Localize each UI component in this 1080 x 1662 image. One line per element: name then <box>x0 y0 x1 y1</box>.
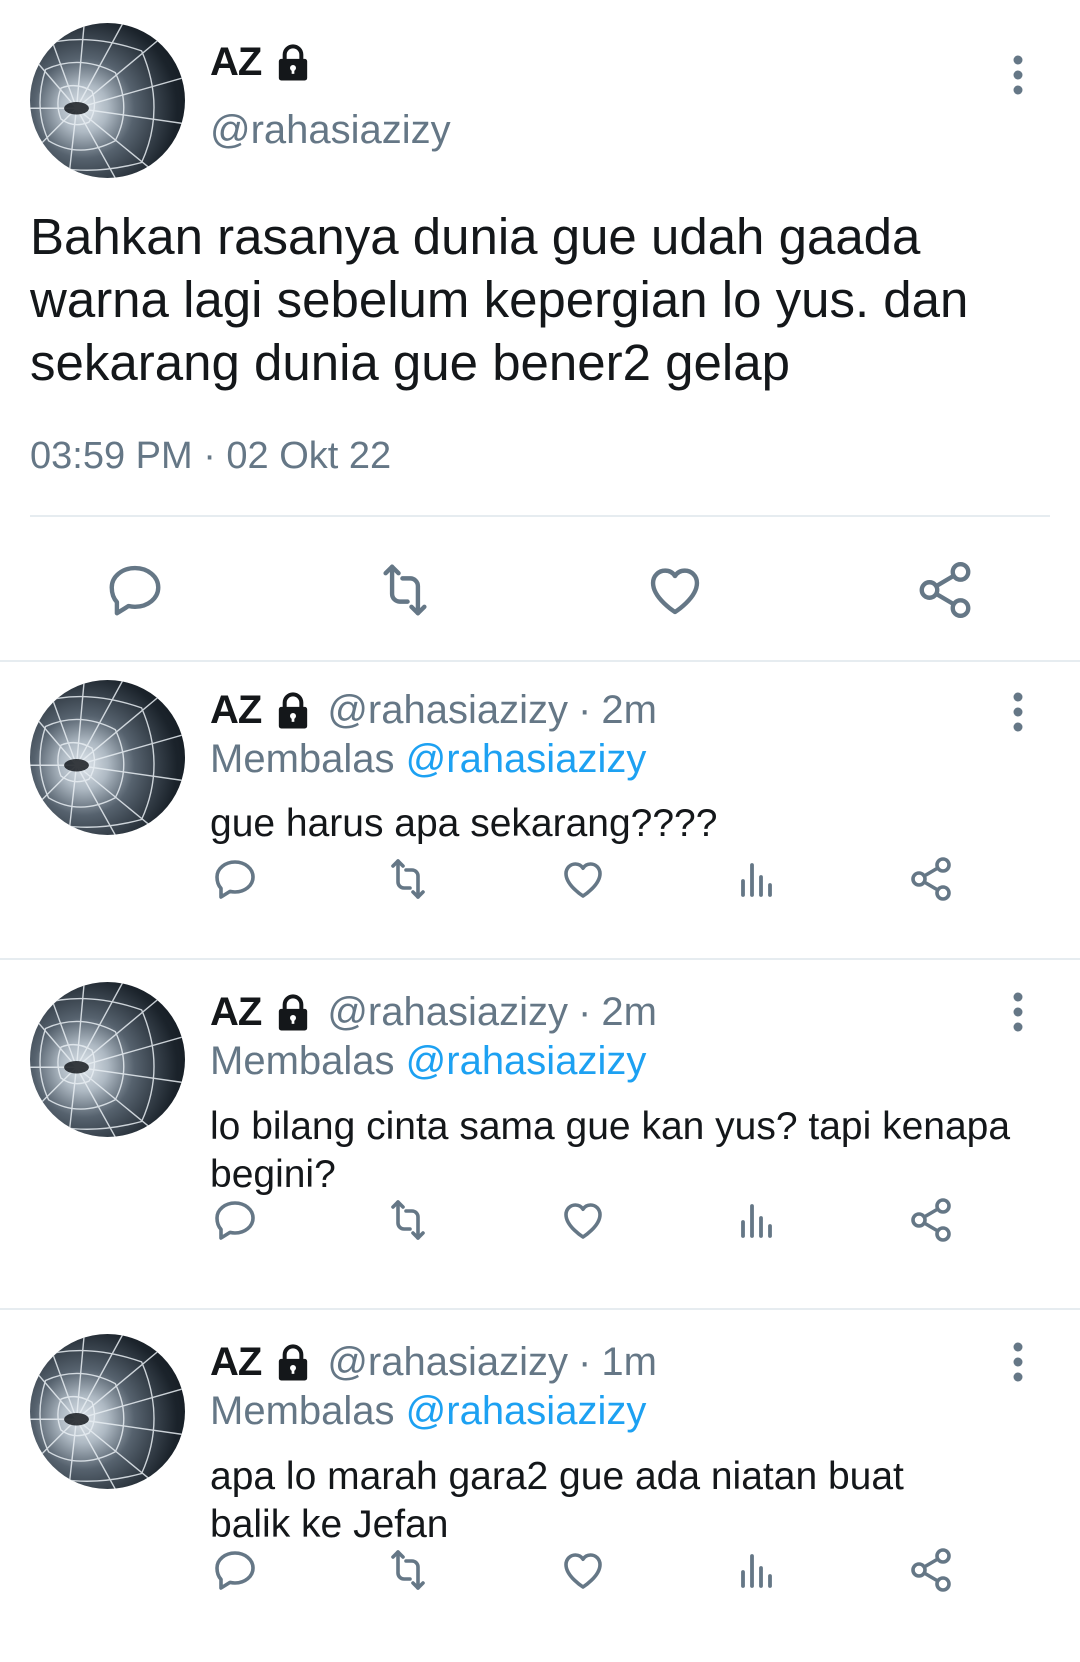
separator-dot: · <box>578 688 592 732</box>
analytics-icon <box>741 1554 772 1588</box>
replying-to: Membalas @rahasiazizy <box>210 737 646 782</box>
divider <box>30 515 1050 517</box>
avatar[interactable] <box>30 680 185 835</box>
reply-icon <box>215 1551 255 1590</box>
separator-dot: · <box>578 1340 592 1384</box>
broken-glass-icon <box>30 982 185 1137</box>
replying-label: Membalas <box>210 737 395 781</box>
reply-time[interactable]: 2m <box>601 688 657 733</box>
author-name[interactable]: AZ <box>210 40 313 85</box>
retweet-button[interactable] <box>365 550 445 630</box>
reply-header: AZ @rahasiazizy · 2m <box>210 688 657 733</box>
avatar[interactable] <box>30 1334 185 1489</box>
author-handle[interactable]: @rahasiazizy <box>327 1340 568 1385</box>
more-icon[interactable] <box>1008 687 1028 737</box>
like-button[interactable] <box>553 849 613 909</box>
broken-glass-icon <box>30 23 185 178</box>
reply-text: gue harus apa sekarang???? <box>210 802 718 845</box>
share-button[interactable] <box>901 1540 961 1600</box>
mention-link[interactable]: @rahasiazizy <box>406 737 647 781</box>
more-icon[interactable] <box>1008 50 1028 100</box>
share-icon <box>919 561 971 619</box>
mention-link[interactable]: @rahasiazizy <box>406 1039 647 1083</box>
reply-icon <box>215 860 255 899</box>
replying-label: Membalas <box>210 1039 395 1083</box>
reply-time[interactable]: 2m <box>601 990 657 1035</box>
reply-text: apa lo marah gara2 gue ada niatan buat b… <box>210 1455 904 1546</box>
reply-button[interactable] <box>95 550 175 630</box>
analytics-button[interactable] <box>727 1190 787 1250</box>
author-name-text[interactable]: AZ <box>210 40 262 85</box>
more-icon[interactable] <box>1008 987 1028 1037</box>
lock-icon <box>273 993 313 1033</box>
reply-button[interactable] <box>205 1190 265 1250</box>
reply-tweet[interactable]: AZ @rahasiazizy · 1m Membalas @rahasiazi… <box>0 1310 1080 1662</box>
like-icon <box>650 568 700 615</box>
like-icon <box>564 862 602 898</box>
author-name[interactable]: AZ <box>210 1340 262 1385</box>
like-icon <box>564 1203 602 1239</box>
like-button[interactable] <box>553 1190 613 1250</box>
replying-to: Membalas @rahasiazizy <box>210 1389 646 1434</box>
replying-label: Membalas <box>210 1389 395 1433</box>
retweet-button[interactable] <box>378 849 438 909</box>
avatar[interactable] <box>30 982 185 1137</box>
retweet-icon <box>391 1200 425 1240</box>
separator-dot: · <box>578 990 592 1034</box>
lock-icon <box>273 43 313 83</box>
author-handle[interactable]: @rahasiazizy <box>210 108 451 153</box>
analytics-icon <box>741 863 772 897</box>
main-tweet: AZ @rahasiazizy Bahkan rasanya dunia gue… <box>0 0 1080 660</box>
share-icon <box>911 1198 951 1242</box>
analytics-icon <box>741 1204 772 1238</box>
lock-icon <box>273 691 313 731</box>
mention-link[interactable]: @rahasiazizy <box>406 1389 647 1433</box>
reply-header: AZ @rahasiazizy · 1m <box>210 1340 657 1385</box>
reply-button[interactable] <box>205 1540 265 1600</box>
reply-button[interactable] <box>205 849 265 909</box>
broken-glass-icon <box>30 1334 185 1489</box>
reply-tweet[interactable]: AZ @rahasiazizy · 2m Membalas @rahasiazi… <box>0 960 1080 1308</box>
author-name[interactable]: AZ <box>210 990 262 1035</box>
tweet-timestamp[interactable]: 03:59 PM · 02 Okt 22 <box>30 435 391 478</box>
author-name[interactable]: AZ <box>210 688 262 733</box>
reply-text: lo bilang cinta sama gue kan yus? tapi k… <box>210 1105 1011 1196</box>
tweet-text: Bahkan rasanya dunia gue udah gaada warn… <box>30 208 969 391</box>
replying-to: Membalas @rahasiazizy <box>210 1039 646 1084</box>
author-handle[interactable]: @rahasiazizy <box>327 990 568 1035</box>
analytics-button[interactable] <box>727 1540 787 1600</box>
retweet-icon <box>391 1550 425 1590</box>
analytics-button[interactable] <box>727 849 787 909</box>
retweet-button[interactable] <box>378 1540 438 1600</box>
reply-time[interactable]: 1m <box>601 1340 657 1385</box>
share-icon <box>911 857 951 901</box>
lock-icon <box>273 1343 313 1383</box>
reply-icon <box>109 565 161 616</box>
share-button[interactable] <box>901 849 961 909</box>
reply-tweet[interactable]: AZ @rahasiazizy · 2m Membalas @rahasiazi… <box>0 662 1080 958</box>
avatar[interactable] <box>30 23 185 178</box>
reply-icon <box>215 1201 255 1240</box>
like-icon <box>564 1553 602 1589</box>
more-icon[interactable] <box>1008 1337 1028 1387</box>
reply-header: AZ @rahasiazizy · 2m <box>210 990 657 1035</box>
like-button[interactable] <box>553 1540 613 1600</box>
retweet-button[interactable] <box>378 1190 438 1250</box>
author-handle[interactable]: @rahasiazizy <box>327 688 568 733</box>
retweet-icon <box>383 564 427 616</box>
retweet-icon <box>391 859 425 899</box>
broken-glass-icon <box>30 680 185 835</box>
like-button[interactable] <box>635 550 715 630</box>
share-icon <box>911 1548 951 1592</box>
share-button[interactable] <box>901 1190 961 1250</box>
share-button[interactable] <box>905 550 985 630</box>
